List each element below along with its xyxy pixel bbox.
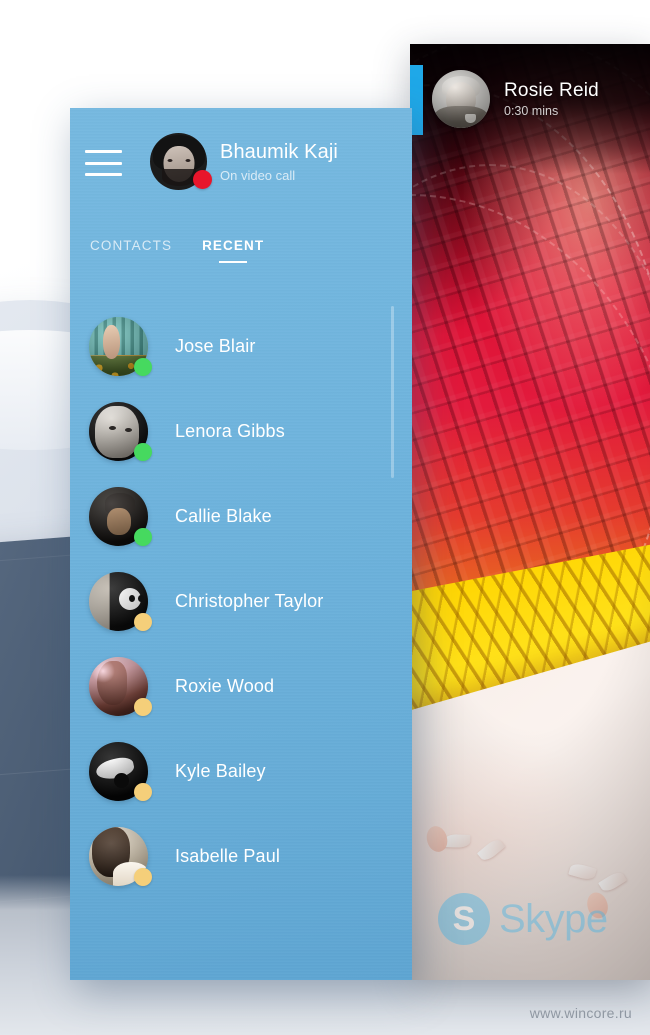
- contact-name: Roxie Wood: [175, 676, 275, 696]
- current-user-name: Bhaumik Kaji: [220, 141, 338, 163]
- list-item[interactable]: Roxie Wood: [70, 644, 412, 729]
- avatar: [89, 827, 152, 886]
- contact-list-scrollbar[interactable]: [391, 306, 394, 478]
- status-badge: [134, 528, 152, 546]
- tab-recent[interactable]: RECENT: [202, 238, 264, 263]
- video-feed: [410, 44, 650, 980]
- panel-header: Bhaumik Kaji On video call: [70, 108, 412, 238]
- status-badge: [134, 868, 152, 886]
- contact-name: Kyle Bailey: [175, 761, 266, 781]
- contact-list: Jose Blair Lenora Gibbs Callie Blake Chr…: [70, 284, 412, 899]
- call-header: Rosie Reid 0:30 mins: [432, 63, 642, 135]
- tab-bar: CONTACTS RECENT: [70, 238, 412, 284]
- menu-bar-1: [85, 150, 122, 153]
- contact-name: Lenora Gibbs: [175, 421, 285, 441]
- hamburger-menu-icon[interactable]: [85, 148, 125, 178]
- avatar: [89, 317, 152, 376]
- menu-bar-2: [85, 161, 122, 165]
- list-item[interactable]: Kyle Bailey: [70, 729, 412, 814]
- avatar: [89, 572, 152, 631]
- avatar: [89, 657, 152, 716]
- contact-name: Christopher Taylor: [175, 591, 324, 611]
- status-badge: [134, 783, 152, 801]
- list-item[interactable]: Callie Blake: [70, 474, 412, 559]
- avatar: [89, 487, 152, 546]
- avatar-beard: [161, 169, 196, 186]
- status-badge: [134, 698, 152, 716]
- call-avatar[interactable]: [432, 70, 490, 128]
- list-item[interactable]: Jose Blair: [70, 304, 412, 389]
- list-item[interactable]: Lenora Gibbs: [70, 389, 412, 474]
- status-badge: [134, 613, 152, 631]
- tab-contacts[interactable]: CONTACTS: [90, 238, 172, 263]
- contact-name: Callie Blake: [175, 506, 272, 526]
- video-call-panel[interactable]: Rosie Reid 0:30 mins S Skype: [410, 44, 650, 980]
- avatar-eyes: [167, 159, 190, 162]
- call-avatar-shading: [432, 70, 490, 128]
- avatar: [89, 402, 152, 461]
- skype-mark-icon: S: [438, 893, 490, 945]
- list-item[interactable]: Isabelle Paul: [70, 814, 412, 899]
- avatar: [89, 742, 152, 801]
- video-vignette: [410, 44, 650, 980]
- skype-logo: S Skype: [438, 893, 608, 945]
- call-duration: 0:30 mins: [504, 104, 559, 119]
- contacts-app-panel: Bhaumik Kaji On video call CONTACTS RECE…: [70, 108, 412, 980]
- call-contact-name: Rosie Reid: [504, 79, 599, 101]
- list-item[interactable]: Christopher Taylor: [70, 559, 412, 644]
- menu-bar-3: [85, 173, 122, 176]
- site-watermark: www.wincore.ru: [529, 1005, 632, 1021]
- current-user-status: On video call: [220, 168, 296, 183]
- skype-wordmark: Skype: [499, 897, 608, 941]
- status-badge: [134, 443, 152, 461]
- contact-name: Isabelle Paul: [175, 846, 281, 866]
- status-badge: [134, 358, 152, 376]
- call-info: Rosie Reid 0:30 mins: [504, 80, 599, 119]
- current-user-status-dot: [193, 170, 212, 189]
- contact-name: Jose Blair: [175, 336, 256, 356]
